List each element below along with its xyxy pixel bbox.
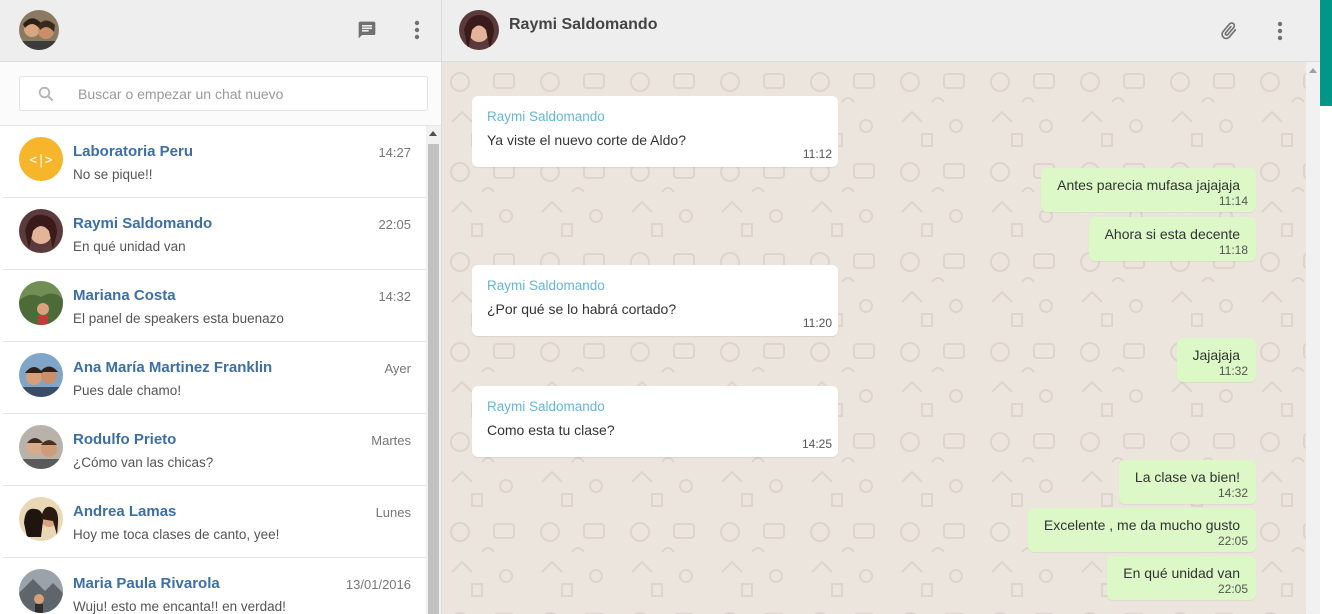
chat-time: Martes [371, 433, 411, 448]
my-avatar[interactable] [19, 10, 59, 50]
svg-text:<|>: <|> [29, 153, 53, 168]
message-text: Antes parecia mufasa jajajaja [1057, 177, 1240, 193]
avatar [19, 569, 63, 613]
message-text: Como esta tu clase? [487, 422, 615, 438]
chat-time: Lunes [375, 505, 411, 520]
message-outgoing[interactable]: En qué unidad van 22:05 [1107, 556, 1256, 600]
contact-name[interactable]: Raymi Saldomando [509, 16, 657, 34]
chat-time: 14:32 [378, 289, 411, 304]
message-text: En qué unidad van [1123, 565, 1240, 581]
chat-item-raymi-saldomando[interactable]: Raymi Saldomando 22:05 En qué unidad van [3, 198, 426, 270]
message-incoming[interactable]: Raymi Saldomando Ya viste el nuevo corte… [472, 96, 838, 167]
search-box[interactable] [19, 76, 428, 111]
left-header [0, 0, 441, 62]
avatar: <|> [19, 137, 63, 181]
message-text: Jajajaja [1192, 347, 1240, 363]
message-sender: Raymi Saldomando [487, 278, 605, 293]
chat-time: 22:05 [378, 217, 411, 232]
scroll-up-arrow-icon[interactable] [429, 131, 437, 136]
message-time: 14:25 [801, 437, 832, 451]
message-time: 11:20 [802, 316, 832, 330]
message-incoming[interactable]: Raymi Saldomando ¿Por qué se lo habrá co… [472, 265, 838, 336]
chat-name: Andrea Lamas [73, 503, 177, 520]
chat-item-rodulfo-prieto[interactable]: Rodulfo Prieto Martes ¿Cómo van las chic… [3, 414, 426, 486]
chat-preview: Wuju! esto me encanta!! en verdad! [73, 599, 286, 614]
chat-preview: Pues dale chamo! [73, 383, 182, 398]
search-bar [0, 62, 441, 126]
avatar [19, 209, 63, 253]
page-edge [1320, 106, 1332, 614]
contact-avatar[interactable] [459, 10, 499, 50]
chat-time: 13/01/2016 [345, 577, 411, 592]
message-outgoing[interactable]: Ahora si esta decente 11:18 [1088, 217, 1256, 261]
conversation-panel: Raymi Saldomando Raymi Saldomando Ya vis… [442, 0, 1320, 614]
message-outgoing[interactable]: Excelente , me da mucho gusto 22:05 [1027, 508, 1256, 552]
chat-time: Ayer [384, 361, 412, 376]
chat-name: Laboratoria Peru [73, 143, 194, 160]
chat-name: Raymi Saldomando [73, 215, 213, 232]
message-outgoing[interactable]: La clase va bien! 14:32 [1118, 460, 1256, 504]
avatar [19, 281, 63, 325]
message-time: 11:18 [1218, 243, 1248, 257]
message-time: 11:14 [1218, 194, 1248, 208]
new-chat-icon[interactable] [354, 17, 380, 43]
message-time: 11:32 [1218, 364, 1248, 378]
more-vert-icon[interactable] [404, 17, 430, 43]
message-area: Raymi Saldomando Ya viste el nuevo corte… [442, 62, 1306, 614]
chat-preview: No se pique!! [73, 167, 153, 182]
scroll-up-arrow-icon[interactable] [1309, 68, 1317, 73]
chat-name: Ana María Martinez Franklin [73, 359, 273, 376]
chat-time: 14:27 [378, 145, 411, 160]
message-text: Ahora si esta decente [1104, 226, 1240, 242]
message-time: 22:05 [1217, 582, 1248, 596]
message-text: Excelente , me da mucho gusto [1043, 517, 1240, 533]
message-outgoing[interactable]: Antes parecia mufasa jajajaja 11:14 [1041, 168, 1256, 212]
message-text: ¿Por qué se lo habrá cortado? [487, 301, 677, 317]
message-text: La clase va bien! [1134, 469, 1240, 485]
chat-name: Rodulfo Prieto [73, 431, 177, 448]
chat-preview: El panel de speakers esta buenazo [73, 311, 284, 326]
message-sender: Raymi Saldomando [487, 399, 605, 414]
chat-item-maria-paula-rivarola[interactable]: Maria Paula Rivarola 13/01/2016 Wuju! es… [3, 558, 426, 614]
chat-list-scrollbar[interactable] [426, 126, 441, 614]
chat-item-laboratoria-peru[interactable]: <|> Laboratoria Peru 14:27 No se pique!! [3, 126, 426, 198]
search-input[interactable] [78, 77, 418, 110]
chat-preview: Hoy me toca clases de canto, yee! [73, 527, 280, 542]
message-text: Ya viste el nuevo corte de Aldo? [487, 132, 686, 148]
chat-item-andrea-lamas[interactable]: Andrea Lamas Lunes Hoy me toca clases de… [3, 486, 426, 558]
accent-bar [1320, 0, 1332, 106]
message-area-scrollbar[interactable] [1306, 62, 1320, 614]
avatar [19, 353, 63, 397]
paperclip-icon[interactable] [1216, 18, 1242, 44]
conversation-header: Raymi Saldomando [442, 0, 1320, 62]
whatsapp-web-app: <|> Laboratoria Peru 14:27 No se pique!!… [0, 0, 1332, 614]
message-outgoing[interactable]: Jajajaja 11:32 [1176, 338, 1256, 382]
scrollbar-thumb[interactable] [428, 144, 439, 614]
message-incoming[interactable]: Raymi Saldomando Como esta tu clase? 14:… [472, 386, 838, 457]
chat-preview: En qué unidad van [73, 239, 186, 254]
avatar [19, 497, 63, 541]
chat-item-mariana-costa[interactable]: Mariana Costa 14:32 El panel de speakers… [3, 270, 426, 342]
message-sender: Raymi Saldomando [487, 109, 605, 124]
message-time: 14:32 [1217, 486, 1248, 500]
chat-item-ana-maria-martinez-franklin[interactable]: Ana María Martinez Franklin Ayer Pues da… [3, 342, 426, 414]
search-icon [38, 86, 54, 107]
avatar [19, 425, 63, 469]
more-vert-icon[interactable] [1267, 18, 1293, 44]
chat-list-panel: <|> Laboratoria Peru 14:27 No se pique!!… [0, 0, 442, 614]
chat-name: Mariana Costa [73, 287, 176, 304]
message-time: 22:05 [1217, 534, 1248, 548]
chat-preview: ¿Cómo van las chicas? [73, 455, 214, 470]
message-time: 11:12 [802, 147, 832, 161]
chat-name: Maria Paula Rivarola [73, 575, 220, 592]
chat-list: <|> Laboratoria Peru 14:27 No se pique!!… [3, 126, 426, 614]
